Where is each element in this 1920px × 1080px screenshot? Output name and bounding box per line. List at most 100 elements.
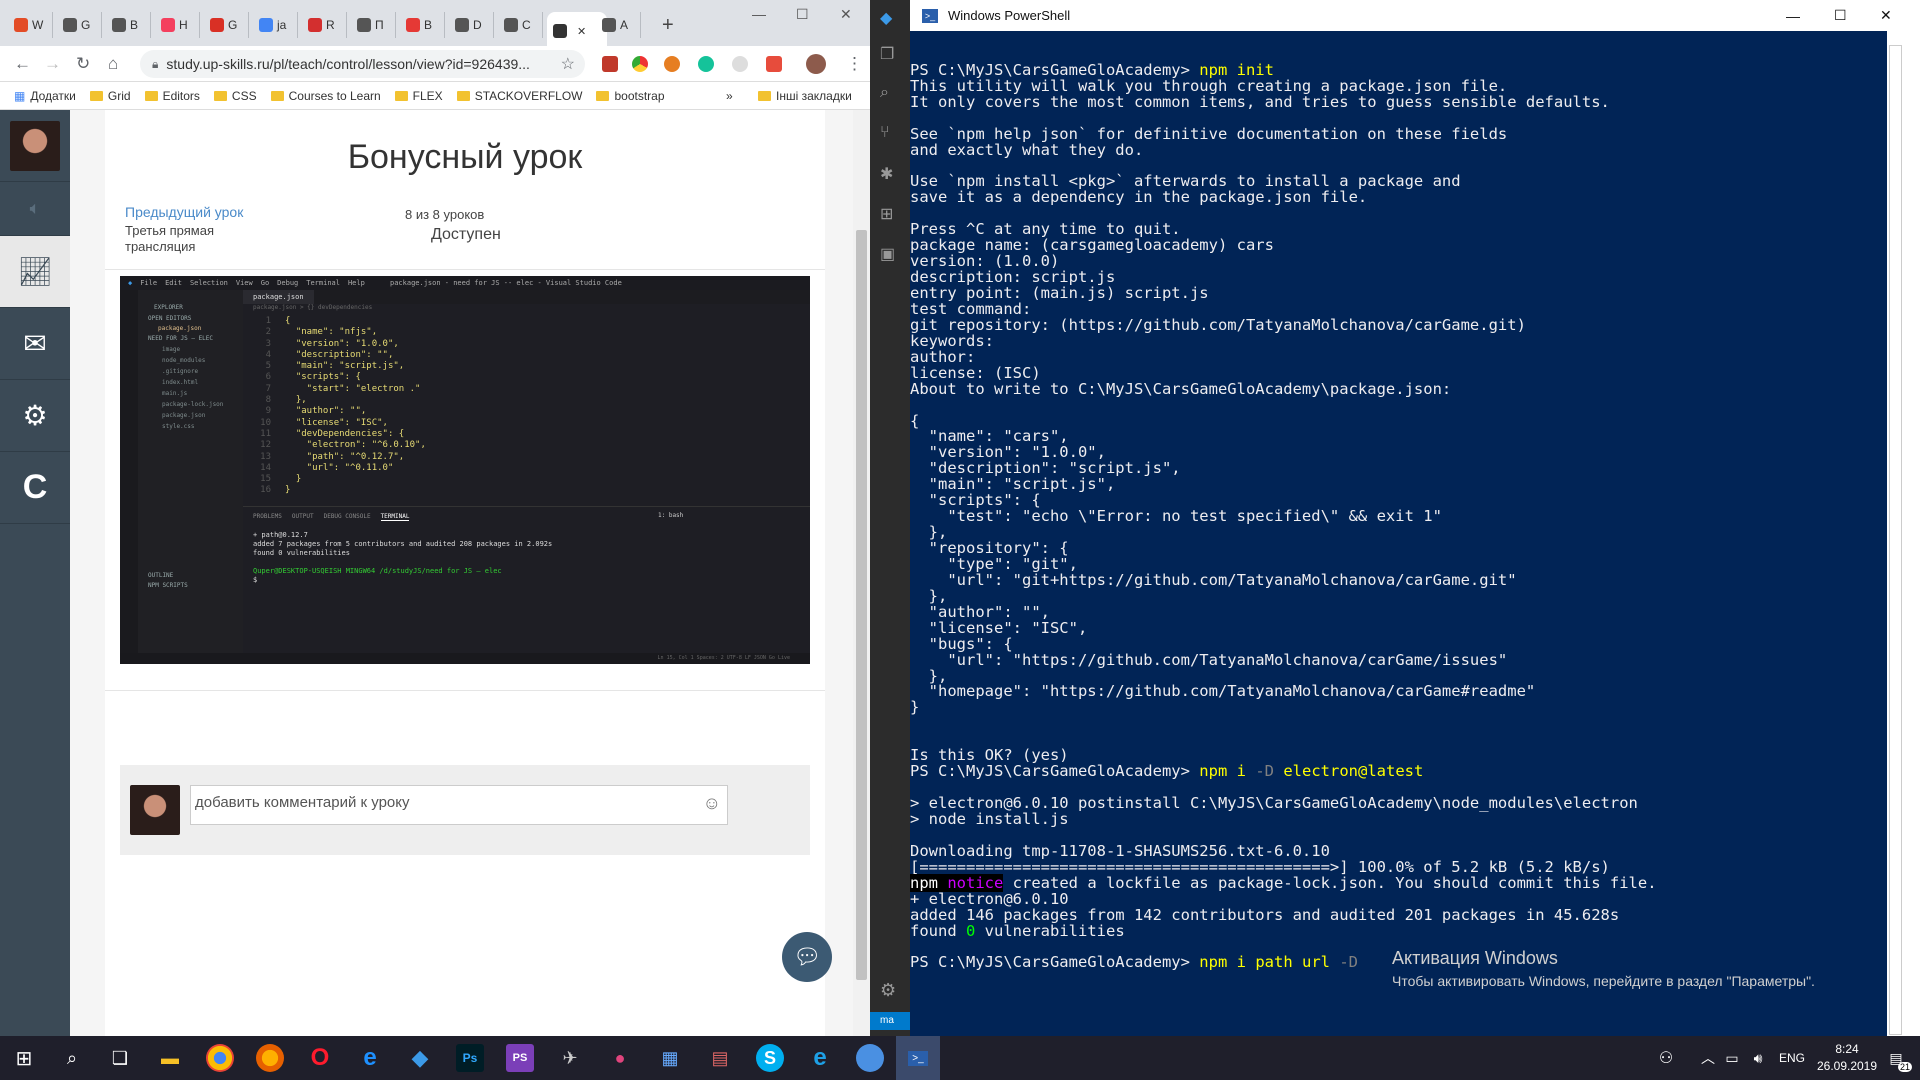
browser-tab[interactable]: B — [106, 12, 151, 38]
notifications-icon[interactable]: ▤ 21 — [1882, 1044, 1912, 1072]
close-button[interactable]: ✕ — [1880, 7, 1892, 24]
people-icon[interactable]: ⚇ — [1652, 1044, 1680, 1072]
terminal-select[interactable]: 1: bash — [658, 512, 683, 519]
tab-close-icon[interactable]: ✕ — [577, 25, 586, 38]
chat-icon[interactable]: 💬︎ — [782, 932, 832, 982]
source-control-icon[interactable]: ⑂ — [880, 124, 890, 142]
app-icon[interactable]: ● — [606, 1044, 634, 1072]
bookmark-item[interactable]: FLEX — [394, 89, 443, 103]
cookie-extension-icon[interactable] — [664, 56, 680, 72]
bookmark-item[interactable]: ▦ Додатки — [14, 89, 76, 103]
minimize-button[interactable]: — — [1786, 8, 1800, 24]
gear-icon[interactable]: ⚙︎ — [880, 980, 896, 1001]
app-icon[interactable] — [856, 1044, 884, 1072]
browser-tab[interactable]: A — [596, 12, 641, 38]
chrome-icon[interactable] — [206, 1044, 234, 1072]
photoshop-icon[interactable]: Ps — [456, 1044, 484, 1072]
skype-icon[interactable]: S — [756, 1044, 784, 1072]
progress-chart-icon[interactable]: 📈︎ — [0, 236, 70, 308]
extensions-icon[interactable]: ⊞ — [880, 204, 893, 224]
browser-tab[interactable]: R — [302, 12, 347, 38]
panel-tab[interactable]: PROBLEMS — [253, 513, 282, 521]
other-bookmarks[interactable]: Інші закладки — [758, 89, 852, 103]
bookmark-item[interactable]: Editors — [144, 89, 200, 103]
browser-tab[interactable]: G — [57, 12, 102, 38]
editor-tab[interactable]: package.json — [243, 290, 314, 304]
mail-icon[interactable]: ✉︎ — [0, 308, 70, 380]
new-tab-button[interactable]: + — [662, 14, 674, 37]
app-icon[interactable]: ✈ — [556, 1044, 584, 1072]
chrome-extension-icon[interactable] — [632, 56, 648, 72]
app-icon[interactable]: ▦ — [656, 1044, 684, 1072]
bookmark-item[interactable]: Courses to Learn — [270, 89, 381, 103]
panel-tab[interactable]: DEBUG CONSOLE — [324, 513, 371, 521]
forward-icon[interactable]: → — [44, 54, 61, 74]
browser-tab[interactable]: G — [204, 12, 249, 38]
user-avatar[interactable] — [0, 110, 70, 182]
volume-icon[interactable]: 🔊︎ — [1744, 1044, 1772, 1072]
browser-tab[interactable]: П — [351, 12, 396, 38]
menu-icon[interactable]: ⋮ — [846, 54, 863, 74]
star-icon[interactable]: ☆ — [561, 54, 575, 74]
language-indicator[interactable]: ENG — [1772, 1044, 1812, 1072]
panel-tab[interactable]: OUTPUT — [292, 513, 314, 521]
bookmark-item[interactable]: STACKOVERFLOW — [456, 89, 582, 103]
browser-tab[interactable]: D — [449, 12, 494, 38]
emoji-icon[interactable]: ☺ — [703, 793, 721, 814]
powershell-taskbar-icon[interactable]: >_ — [896, 1036, 940, 1080]
files-icon[interactable]: ❐ — [880, 44, 894, 64]
internet-explorer-icon[interactable]: e — [806, 1044, 834, 1072]
maximize-button[interactable]: ☐ — [1834, 7, 1847, 24]
browser-tab[interactable]: Н — [155, 12, 200, 38]
more-bookmarks-icon[interactable]: » — [726, 89, 733, 103]
vscode-icon[interactable]: ◆ — [406, 1044, 434, 1072]
console-scrollbar[interactable] — [1887, 31, 1904, 1036]
clock[interactable]: 8:24 26.09.2019 — [1812, 1041, 1882, 1075]
opera-icon[interactable]: O — [306, 1044, 334, 1072]
powershell-console[interactable]: PS C:\MyJS\CarsGameGloAcademy> npm init T… — [910, 31, 1887, 1036]
maximize-button[interactable]: ☐ — [796, 6, 809, 23]
close-button[interactable]: ✕ — [840, 6, 852, 23]
sound-icon[interactable]: 🔈︎ — [0, 182, 70, 236]
previous-lesson-link[interactable]: Предыдущий урок — [125, 204, 243, 220]
firefox-icon[interactable] — [256, 1044, 284, 1072]
task-view-icon[interactable]: ❏ — [106, 1044, 134, 1072]
debug-icon[interactable]: ✱ — [880, 164, 893, 184]
pocket-icon[interactable] — [766, 56, 782, 72]
grammarly-icon[interactable] — [698, 56, 714, 72]
bookmark-item[interactable]: Grid — [89, 89, 131, 103]
browser-tab[interactable]: C — [498, 12, 543, 38]
file-explorer-icon[interactable]: ▬ — [156, 1044, 184, 1072]
getcourse-logo-icon[interactable]: C — [0, 452, 70, 524]
settings-icon[interactable]: ⚙︎ — [0, 380, 70, 452]
vscode-logo-icon[interactable]: ◆ — [880, 8, 892, 28]
browser-tab[interactable]: ja — [253, 12, 298, 38]
page-scrollbar[interactable] — [853, 110, 870, 1036]
panel-tab[interactable]: TERMINAL — [380, 513, 410, 521]
search-icon[interactable]: ⌕ — [58, 1044, 86, 1072]
network-icon[interactable]: ▭ — [1718, 1044, 1746, 1072]
reload-icon[interactable]: ↻ — [76, 54, 90, 74]
omnibox[interactable]: 🔒︎ study.up-skills.ru/pl/teach/control/l… — [140, 50, 585, 78]
minimize-button[interactable]: — — [752, 6, 766, 22]
home-icon[interactable]: ⌂ — [108, 54, 118, 74]
bookmark-item[interactable]: bootstrap — [596, 89, 665, 103]
line-number: 14 — [260, 462, 271, 473]
console-line: keywords: — [910, 331, 994, 350]
scrollbar-thumb[interactable] — [856, 230, 867, 980]
search-icon[interactable]: ⌕ — [880, 84, 889, 102]
edge-icon[interactable]: e — [356, 1044, 384, 1072]
extension-icon[interactable] — [602, 56, 618, 72]
browser-tab[interactable]: В — [400, 12, 445, 38]
windows-start-icon[interactable]: ⊞ — [10, 1044, 38, 1072]
back-icon[interactable]: ← — [14, 54, 31, 74]
phpstorm-icon[interactable]: PS — [506, 1044, 534, 1072]
app-icon[interactable]: ▤ — [706, 1044, 734, 1072]
remote-icon[interactable]: ▣ — [880, 244, 895, 264]
vscode-status: ma — [870, 1012, 910, 1030]
extension-icon[interactable] — [732, 56, 748, 72]
profile-avatar[interactable] — [806, 54, 826, 74]
browser-tab[interactable]: W — [8, 12, 53, 38]
comment-input[interactable]: добавить комментарий к уроку ☺ — [190, 785, 728, 825]
bookmark-item[interactable]: CSS — [213, 89, 257, 103]
